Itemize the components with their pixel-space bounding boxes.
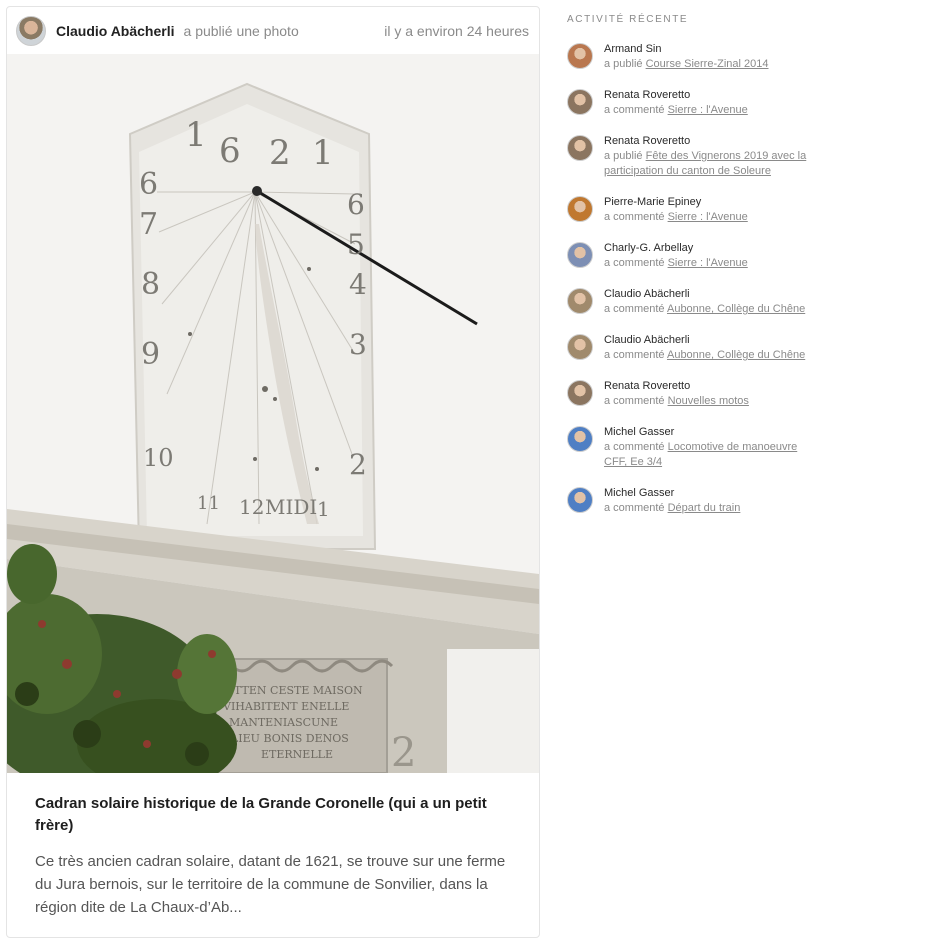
activity-verb: a commenté [604, 395, 665, 407]
activity-item: Armand Sin a publié Course Sierre-Zinal 2… [567, 42, 827, 72]
activity-user-name[interactable]: Renata Roveretto [604, 134, 819, 149]
activity-item: Pierre-Marie Epiney a commenté Sierre : l… [567, 195, 827, 225]
plaque-line: VIHABITENT ENELLE [222, 700, 349, 713]
activity-text: Michel Gasser a commenté Locomotive de ma… [604, 425, 819, 470]
user-avatar[interactable] [567, 43, 593, 69]
activity-text: Renata Roveretto a commenté Nouvelles mot… [604, 379, 819, 409]
activity-text: Claudio Abächerli a commenté Aubonne, Col… [604, 333, 819, 363]
sundial-numeral: 5 [347, 228, 365, 261]
sundial-numeral: 9 [141, 337, 160, 372]
activity-post-link[interactable]: Aubonne, Collège du Chêne [667, 303, 805, 315]
sundial-numeral: 6 [139, 167, 158, 202]
sundial-year-digit: 1 [312, 133, 334, 173]
sundial-year-digit: 1 [185, 115, 207, 155]
activity-user-name[interactable]: Claudio Abächerli [604, 333, 819, 348]
sundial-numeral: MIDI [265, 495, 317, 519]
user-avatar[interactable] [567, 288, 593, 314]
activity-text: Renata Roveretto a commenté Sierre : l'Av… [604, 88, 819, 118]
user-avatar[interactable] [567, 196, 593, 222]
activity-text: Armand Sin a publié Course Sierre-Zinal 2… [604, 42, 819, 72]
activity-post-link[interactable]: Sierre : l'Avenue [668, 104, 748, 116]
activity-verb: a publié [604, 150, 643, 162]
sundial-numeral: 7 [139, 207, 158, 242]
activity-text: Pierre-Marie Epiney a commenté Sierre : l… [604, 195, 819, 225]
activity-post-link[interactable]: Sierre : l'Avenue [668, 211, 748, 223]
activity-item: Claudio Abächerli a commenté Aubonne, Col… [567, 287, 827, 317]
activity-list: Armand Sin a publié Course Sierre-Zinal 2… [567, 42, 827, 516]
plaque-line: MANTENIASCUNE [229, 716, 338, 729]
sundial-numeral: 3 [349, 328, 367, 361]
activity-verb: a commenté [604, 303, 665, 315]
sundial-numeral: 1 [317, 497, 330, 521]
sundial-year-digit: 6 [219, 131, 241, 171]
activity-verb: a commenté [604, 349, 665, 361]
recent-activity-heading: ACTIVITÉ RÉCENTE [567, 14, 689, 25]
activity-post-link[interactable]: Aubonne, Collège du Chêne [667, 349, 805, 361]
activity-verb: a publié [604, 58, 643, 70]
post-header: Claudio Abächerli a publié une photo il … [7, 7, 539, 54]
sundial-year-digit: 2 [269, 133, 291, 173]
post-photo[interactable]: 1 6 2 1 6 7 8 9 10 6 5 4 3 2 11 12 MIDI … [7, 54, 539, 773]
activity-verb: a commenté [604, 257, 665, 269]
author-avatar[interactable] [16, 15, 46, 46]
plaque-line: LIEU BONIS DENOS [231, 732, 349, 745]
activity-user-name[interactable]: Renata Roveretto [604, 379, 819, 394]
activity-user-name[interactable]: Claudio Abächerli [604, 287, 819, 302]
activity-text: Michel Gasser a commenté Départ du train [604, 486, 819, 516]
author-name[interactable]: Claudio Abächerli [56, 23, 175, 39]
activity-verb: a commenté [604, 502, 665, 514]
activity-text: Charly-G. Arbellay a commenté Sierre : l'… [604, 241, 819, 271]
activity-item: Michel Gasser a commenté Départ du train [567, 486, 827, 516]
svg-text:2: 2 [391, 730, 416, 773]
sundial-numeral: 11 [197, 493, 220, 514]
activity-item: Renata Roveretto a commenté Nouvelles mot… [567, 379, 827, 409]
plaque-line: ETERNELLE [261, 748, 333, 761]
sundial-numeral: 6 [347, 188, 365, 221]
activity-item: Charly-G. Arbellay a commenté Sierre : l'… [567, 241, 827, 271]
user-avatar[interactable] [567, 487, 593, 513]
activity-post-link[interactable]: Course Sierre-Zinal 2014 [646, 58, 769, 70]
activity-verb: a commenté [604, 104, 665, 116]
post-timestamp[interactable]: il y a environ 24 heures [384, 23, 529, 39]
post-excerpt: Ce très ancien cadran solaire, datant de… [35, 853, 506, 916]
activity-post-link[interactable]: Sierre : l'Avenue [668, 257, 748, 269]
activity-user-name[interactable]: Michel Gasser [604, 425, 819, 440]
plaque-line: OTTEN CESTE MAISON [225, 684, 363, 697]
user-avatar[interactable] [567, 334, 593, 360]
activity-post-link[interactable]: Nouvelles motos [668, 395, 749, 407]
activity-item: Michel Gasser a commenté Locomotive de ma… [567, 425, 827, 470]
activity-user-name[interactable]: Armand Sin [604, 42, 819, 57]
sundial-numeral: 2 [349, 448, 367, 481]
sundial-numeral: 4 [349, 268, 367, 301]
activity-user-name[interactable]: Renata Roveretto [604, 88, 819, 103]
user-avatar[interactable] [567, 380, 593, 406]
sundial-numeral: 8 [141, 267, 160, 302]
sundial-numeral: 12 [239, 495, 264, 519]
activity-text: Claudio Abächerli a commenté Aubonne, Col… [604, 287, 819, 317]
user-avatar[interactable] [567, 89, 593, 115]
activity-user-name[interactable]: Charly-G. Arbellay [604, 241, 819, 256]
activity-item: Renata Roveretto a commenté Sierre : l'Av… [567, 88, 827, 118]
user-avatar[interactable] [567, 135, 593, 161]
activity-user-name[interactable]: Michel Gasser [604, 486, 819, 501]
user-avatar[interactable] [567, 242, 593, 268]
activity-post-link[interactable]: Départ du train [668, 502, 741, 514]
activity-user-name[interactable]: Pierre-Marie Epiney [604, 195, 819, 210]
activity-item: Claudio Abächerli a commenté Aubonne, Col… [567, 333, 827, 363]
activity-verb: a commenté [604, 211, 665, 223]
post-card: Claudio Abächerli a publié une photo il … [6, 6, 540, 938]
post-title[interactable]: Cadran solaire historique de la Grande C… [35, 793, 511, 837]
activity-verb: a commenté [604, 441, 665, 453]
post-body: Cadran solaire historique de la Grande C… [7, 773, 539, 919]
post-action: a publié une photo [183, 22, 299, 39]
activity-text: Renata Roveretto a publié Fête des Vigner… [604, 134, 819, 179]
user-avatar[interactable] [567, 426, 593, 452]
activity-item: Renata Roveretto a publié Fête des Vigner… [567, 134, 827, 179]
recent-activity-sidebar: ACTIVITÉ RÉCENTE Armand Sin a publié Cour… [567, 14, 827, 532]
sundial-numeral: 10 [143, 444, 174, 472]
